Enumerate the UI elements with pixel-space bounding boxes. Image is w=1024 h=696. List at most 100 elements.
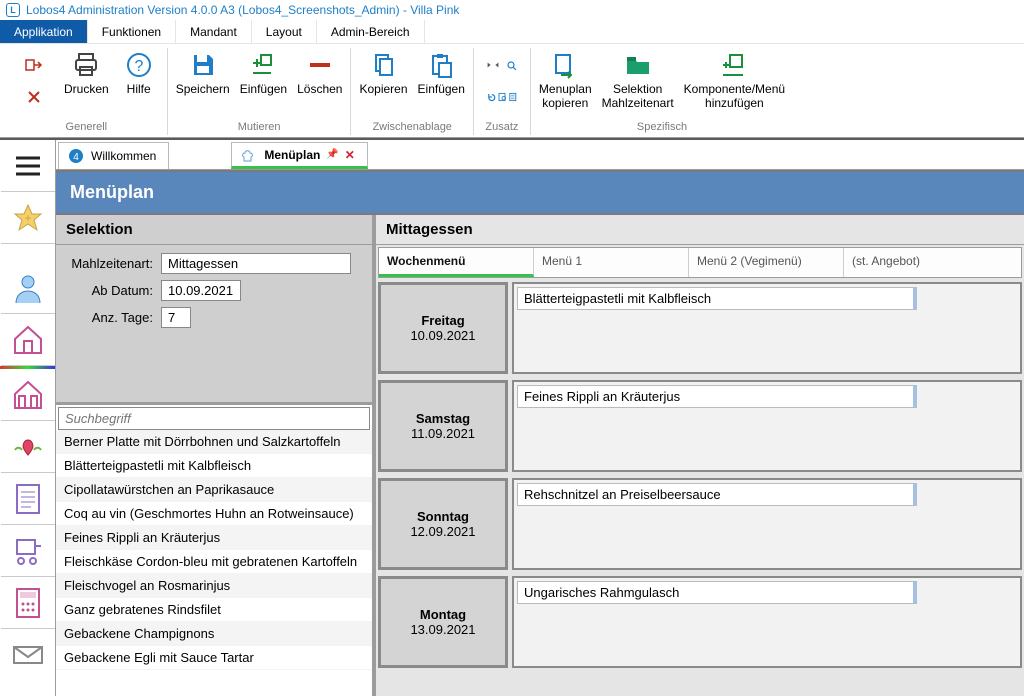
- paste-icon: [426, 50, 456, 80]
- ribbon-group-label: Zusatz: [485, 119, 518, 135]
- day-content: Blätterteigpastetli mit Kalbfleisch: [512, 282, 1022, 374]
- dish-field[interactable]: Ungarisches Rahmgulasch: [517, 581, 917, 604]
- exit-button[interactable]: [14, 50, 54, 112]
- sidebar-document[interactable]: [1, 473, 55, 525]
- anztage-field[interactable]: 7: [161, 307, 191, 328]
- ribbon-group-mutieren: Speichern Einfügen Löschen Mutieren: [168, 48, 352, 135]
- list-item[interactable]: Coq au vin (Geschmortes Huhn an Rotweins…: [56, 502, 372, 526]
- help-button[interactable]: ? Hilfe: [119, 50, 159, 96]
- search-input[interactable]: [58, 407, 370, 430]
- menuplan-kopieren-button[interactable]: Menuplan kopieren: [539, 50, 592, 111]
- day-header[interactable]: Freitag 10.09.2021: [378, 282, 508, 374]
- mahlzeitenart-label: Mahlzeitenart:: [66, 256, 161, 271]
- tab-willkommen[interactable]: 4 Willkommen: [58, 142, 169, 169]
- document-tabs: 4 Willkommen Menüplan 📌 ✕: [56, 140, 1024, 170]
- day-header[interactable]: Samstag 11.09.2021: [378, 380, 508, 472]
- list-item[interactable]: Ganz gebratenes Rindsfilet: [56, 598, 372, 622]
- komponente-hinzufuegen-button[interactable]: Komponente/Menü hinzufügen: [684, 50, 785, 111]
- list-item[interactable]: Fleischvogel an Rosmarinjus: [56, 574, 372, 598]
- column-st-angebot[interactable]: (st. Angebot): [844, 248, 1021, 277]
- ribbon-group-label: Spezifisch: [637, 119, 687, 135]
- main-area: + 4 Willkommen Menüplan 📌 ✕ Menüplan: [0, 138, 1024, 696]
- day-header[interactable]: Montag 13.09.2021: [378, 576, 508, 668]
- list-item[interactable]: Fleischkäse Cordon-bleu mit gebratenen K…: [56, 550, 372, 574]
- sidebar-mail[interactable]: [1, 629, 55, 681]
- delete-button[interactable]: Löschen: [297, 50, 342, 96]
- day-row: Montag 13.09.2021 Ungarisches Rahmgulasc…: [378, 576, 1022, 668]
- left-panel: Selektion Mahlzeitenart: Mittagessen Ab …: [56, 215, 376, 696]
- menu-mandant[interactable]: Mandant: [176, 20, 252, 43]
- list-item[interactable]: Gebackene Egli mit Sauce Tartar: [56, 646, 372, 670]
- menu-layout[interactable]: Layout: [252, 20, 317, 43]
- mahlzeitenart-field[interactable]: Mittagessen: [161, 253, 351, 274]
- dish-field[interactable]: Rehschnitzel an Preiselbeersauce: [517, 483, 917, 506]
- print-button[interactable]: Drucken: [64, 50, 109, 96]
- ribbon-group-label: Mutieren: [238, 119, 281, 135]
- sidebar-hamburger[interactable]: [1, 140, 55, 192]
- ribbon-group-zwischenablage: Kopieren Einfügen Zwischenablage: [351, 48, 473, 135]
- list-item[interactable]: Feines Rippli an Kräuterjus: [56, 526, 372, 550]
- sidebar-favorites[interactable]: +: [1, 192, 55, 244]
- help-label: Hilfe: [127, 82, 151, 96]
- sidebar-cart[interactable]: [1, 525, 55, 577]
- menu-applikation[interactable]: Applikation: [0, 20, 88, 43]
- left-iconbar: +: [0, 140, 56, 696]
- content-area: 4 Willkommen Menüplan 📌 ✕ Menüplan Selek…: [56, 140, 1024, 696]
- list-item[interactable]: Blätterteigpastetli mit Kalbfleisch: [56, 454, 372, 478]
- selektion-mahlzeitenart-button[interactable]: Selektion Mahlzeitenart: [602, 50, 674, 111]
- undo-zoom-icon: [487, 82, 517, 112]
- app-icon: L: [6, 3, 20, 17]
- sidebar-home2[interactable]: [1, 369, 55, 421]
- pin-icon[interactable]: 📌: [326, 149, 338, 160]
- day-date: 13.09.2021: [410, 622, 475, 637]
- tab-label: Menüplan: [264, 148, 320, 162]
- menu-admin-bereich[interactable]: Admin-Bereich: [317, 20, 425, 43]
- print-label: Drucken: [64, 82, 109, 96]
- folder-icon: [623, 50, 653, 80]
- logo-icon: 4: [67, 147, 85, 165]
- column-wochenmenue[interactable]: Wochenmenü: [379, 248, 534, 277]
- sidebar-hands[interactable]: [1, 421, 55, 473]
- column-menu2[interactable]: Menü 2 (Vegimenü): [689, 248, 844, 277]
- list-item[interactable]: Berner Platte mit Dörrbohnen und Salzkar…: [56, 430, 372, 454]
- insert-label: Einfügen: [240, 82, 287, 96]
- dish-field[interactable]: Blätterteigpastetli mit Kalbfleisch: [517, 287, 917, 310]
- sidebar-calculator[interactable]: [1, 577, 55, 629]
- menuplan-kopieren-label: Menuplan kopieren: [539, 82, 592, 111]
- tab-menueplan[interactable]: Menüplan 📌 ✕: [231, 142, 368, 169]
- right-panel: Mittagessen Wochenmenü Menü 1 Menü 2 (Ve…: [376, 215, 1024, 696]
- sidebar-person[interactable]: [1, 262, 55, 314]
- day-header[interactable]: Sonntag 12.09.2021: [378, 478, 508, 570]
- anztage-label: Anz. Tage:: [66, 310, 161, 325]
- list-item[interactable]: Gebackene Champignons: [56, 622, 372, 646]
- menu-funktionen[interactable]: Funktionen: [88, 20, 176, 43]
- insert-button[interactable]: Einfügen: [240, 50, 287, 96]
- day-content: Feines Rippli an Kräuterjus: [512, 380, 1022, 472]
- day-row: Samstag 11.09.2021 Feines Rippli an Kräu…: [378, 380, 1022, 472]
- delete-icon: [305, 50, 335, 80]
- window-title: Lobos4 Administration Version 4.0.0 A3 (…: [26, 3, 459, 17]
- day-date: 10.09.2021: [410, 328, 475, 343]
- komponente-hinzufuegen-label: Komponente/Menü hinzufügen: [684, 82, 785, 111]
- copy-button[interactable]: Kopieren: [359, 50, 407, 96]
- days-list: Freitag 10.09.2021 Blätterteigpastetli m…: [376, 280, 1024, 696]
- list-item[interactable]: Cipollatawürstchen an Paprikasauce: [56, 478, 372, 502]
- paste-button[interactable]: Einfügen: [418, 50, 465, 96]
- selection-form: Mahlzeitenart: Mittagessen Ab Datum: 10.…: [56, 245, 372, 402]
- abdatum-field[interactable]: 10.09.2021: [161, 280, 241, 301]
- dish-field[interactable]: Feines Rippli an Kräuterjus: [517, 385, 917, 408]
- day-name: Montag: [420, 607, 466, 622]
- column-menu1[interactable]: Menü 1: [534, 248, 689, 277]
- ribbon-group-zusatz: Zusatz: [474, 48, 531, 135]
- close-icon[interactable]: ✕: [345, 148, 355, 162]
- chef-hat-icon: [240, 146, 258, 164]
- day-date: 11.09.2021: [411, 426, 475, 441]
- search-area: Berner Platte mit Dörrbohnen und Salzkar…: [56, 402, 372, 696]
- menubar: Applikation Funktionen Mandant Layout Ad…: [0, 20, 1024, 44]
- save-button[interactable]: Speichern: [176, 50, 230, 96]
- day-row: Sonntag 12.09.2021 Rehschnitzel an Preis…: [378, 478, 1022, 570]
- sidebar-home1[interactable]: [1, 314, 55, 366]
- nav-button[interactable]: [482, 50, 522, 112]
- day-name: Sonntag: [417, 509, 469, 524]
- svg-text:?: ?: [134, 58, 143, 75]
